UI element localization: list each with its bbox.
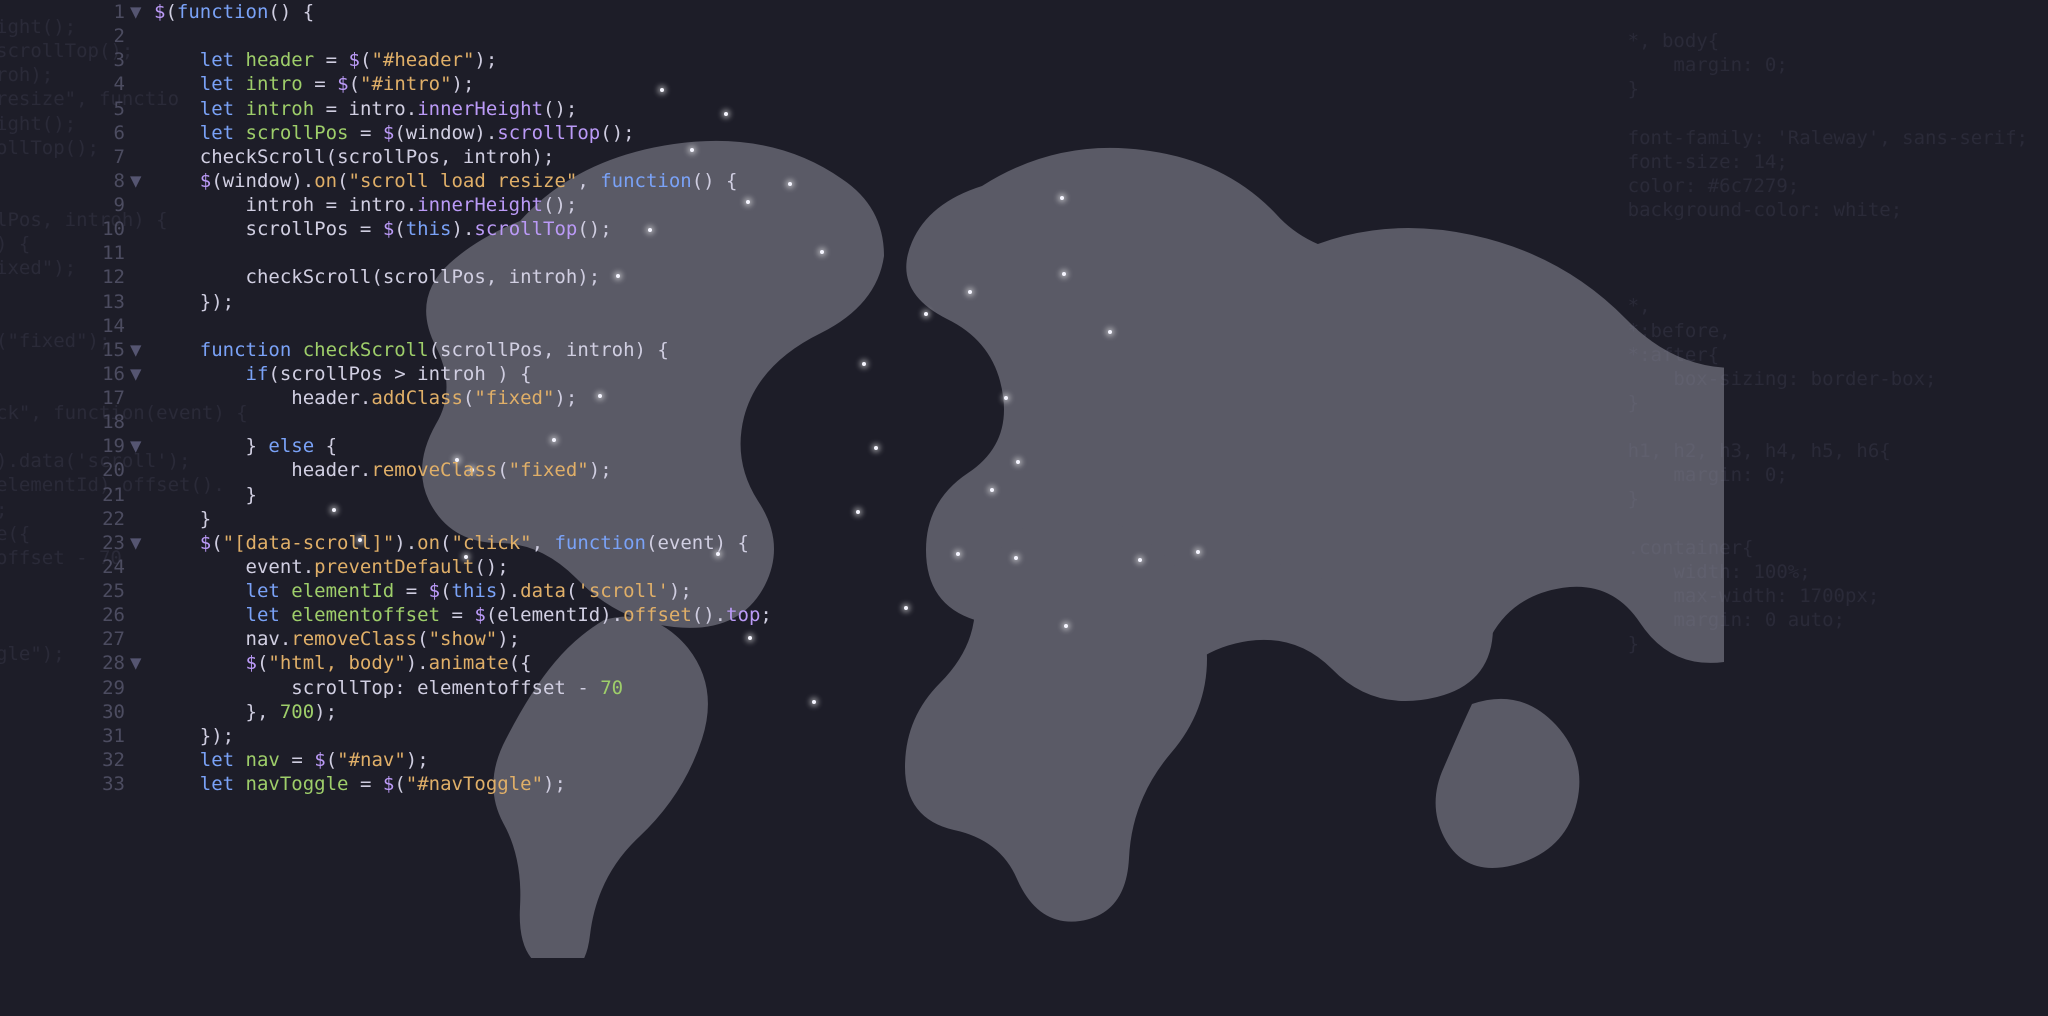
code-line[interactable]: let nav = $("#nav"); bbox=[154, 748, 772, 772]
line-number: 7 bbox=[0, 145, 140, 169]
code-editor[interactable]: 1▼2345678▼9101112131415▼16▼171819▼202122… bbox=[0, 0, 772, 796]
line-number: 10 bbox=[0, 217, 140, 241]
code-line[interactable]: introh = intro.innerHeight(); bbox=[154, 193, 772, 217]
background-code-right: *, body{ margin: 0; } font-family: 'Rale… bbox=[1628, 29, 2028, 656]
line-number: 29 bbox=[0, 676, 140, 700]
map-dot bbox=[1004, 396, 1008, 400]
line-number: 27 bbox=[0, 627, 140, 651]
map-dot bbox=[820, 250, 824, 254]
line-number: 31 bbox=[0, 724, 140, 748]
code-area[interactable]: $(function() { let header = $("#header")… bbox=[154, 0, 772, 796]
line-number: 8▼ bbox=[0, 169, 140, 193]
map-dot bbox=[1064, 624, 1068, 628]
line-number: 22 bbox=[0, 507, 140, 531]
code-line[interactable]: if(scrollPos > introh ) { bbox=[154, 362, 772, 386]
code-line[interactable]: $(function() { bbox=[154, 0, 772, 24]
code-line[interactable]: let header = $("#header"); bbox=[154, 48, 772, 72]
code-line[interactable]: $("[data-scroll]").on("click", function(… bbox=[154, 531, 772, 555]
line-number: 2 bbox=[0, 24, 140, 48]
code-line[interactable]: } bbox=[154, 483, 772, 507]
line-number: 4 bbox=[0, 72, 140, 96]
code-line[interactable]: checkScroll(scrollPos, introh); bbox=[154, 145, 772, 169]
code-line[interactable]: let navToggle = $("#navToggle"); bbox=[154, 772, 772, 796]
code-line[interactable]: $("html, body").animate({ bbox=[154, 651, 772, 675]
map-dot bbox=[1060, 196, 1064, 200]
code-line[interactable]: let elementId = $(this).data('scroll'); bbox=[154, 579, 772, 603]
code-line[interactable]: event.preventDefault(); bbox=[154, 555, 772, 579]
line-number: 19▼ bbox=[0, 434, 140, 458]
line-number: 14 bbox=[0, 314, 140, 338]
map-dot bbox=[862, 362, 866, 366]
code-line[interactable]: let elementoffset = $(elementId).offset(… bbox=[154, 603, 772, 627]
code-line[interactable]: header.addClass("fixed"); bbox=[154, 386, 772, 410]
code-line[interactable] bbox=[154, 410, 772, 434]
line-number: 9 bbox=[0, 193, 140, 217]
code-line[interactable]: }); bbox=[154, 290, 772, 314]
map-dot bbox=[874, 446, 878, 450]
map-dot bbox=[788, 182, 792, 186]
line-number: 5 bbox=[0, 97, 140, 121]
line-number: 15▼ bbox=[0, 338, 140, 362]
line-number: 24 bbox=[0, 555, 140, 579]
code-line[interactable]: scrollTop: elementoffset - 70 bbox=[154, 676, 772, 700]
map-dot bbox=[990, 488, 994, 492]
code-line[interactable]: let intro = $("#intro"); bbox=[154, 72, 772, 96]
code-line[interactable]: $(window).on("scroll load resize", funct… bbox=[154, 169, 772, 193]
map-dot bbox=[924, 312, 928, 316]
line-number: 18 bbox=[0, 410, 140, 434]
line-number: 1▼ bbox=[0, 0, 140, 24]
map-dot bbox=[1108, 330, 1112, 334]
map-dot bbox=[968, 290, 972, 294]
code-line[interactable]: function checkScroll(scrollPos, introh) … bbox=[154, 338, 772, 362]
map-dot bbox=[1062, 272, 1066, 276]
map-dot bbox=[1016, 460, 1020, 464]
map-dot bbox=[812, 700, 816, 704]
code-line[interactable]: } bbox=[154, 507, 772, 531]
map-dot bbox=[856, 510, 860, 514]
line-number: 32 bbox=[0, 748, 140, 772]
map-dot bbox=[956, 552, 960, 556]
code-line[interactable]: }, 700); bbox=[154, 700, 772, 724]
line-number: 23▼ bbox=[0, 531, 140, 555]
line-number: 16▼ bbox=[0, 362, 140, 386]
line-number: 21 bbox=[0, 483, 140, 507]
line-number: 26 bbox=[0, 603, 140, 627]
code-line[interactable]: nav.removeClass("show"); bbox=[154, 627, 772, 651]
line-number: 17 bbox=[0, 386, 140, 410]
line-number: 25 bbox=[0, 579, 140, 603]
map-dot bbox=[1014, 556, 1018, 560]
code-line[interactable] bbox=[154, 314, 772, 338]
line-number: 3 bbox=[0, 48, 140, 72]
line-number: 6 bbox=[0, 121, 140, 145]
line-number: 20 bbox=[0, 458, 140, 482]
line-number: 11 bbox=[0, 241, 140, 265]
map-dot bbox=[1138, 558, 1142, 562]
code-line[interactable]: }); bbox=[154, 724, 772, 748]
code-line[interactable] bbox=[154, 24, 772, 48]
code-line[interactable] bbox=[154, 241, 772, 265]
code-line[interactable]: checkScroll(scrollPos, introh); bbox=[154, 265, 772, 289]
map-dot bbox=[904, 606, 908, 610]
line-number: 30 bbox=[0, 700, 140, 724]
line-number: 12 bbox=[0, 265, 140, 289]
line-number: 33 bbox=[0, 772, 140, 796]
line-number-gutter: 1▼2345678▼9101112131415▼16▼171819▼202122… bbox=[0, 0, 154, 796]
code-line[interactable]: header.removeClass("fixed"); bbox=[154, 458, 772, 482]
code-line[interactable]: let introh = intro.innerHeight(); bbox=[154, 97, 772, 121]
map-dot bbox=[1196, 550, 1200, 554]
code-line[interactable]: } else { bbox=[154, 434, 772, 458]
line-number: 28▼ bbox=[0, 651, 140, 675]
code-line[interactable]: let scrollPos = $(window).scrollTop(); bbox=[154, 121, 772, 145]
code-line[interactable]: scrollPos = $(this).scrollTop(); bbox=[154, 217, 772, 241]
line-number: 13 bbox=[0, 290, 140, 314]
